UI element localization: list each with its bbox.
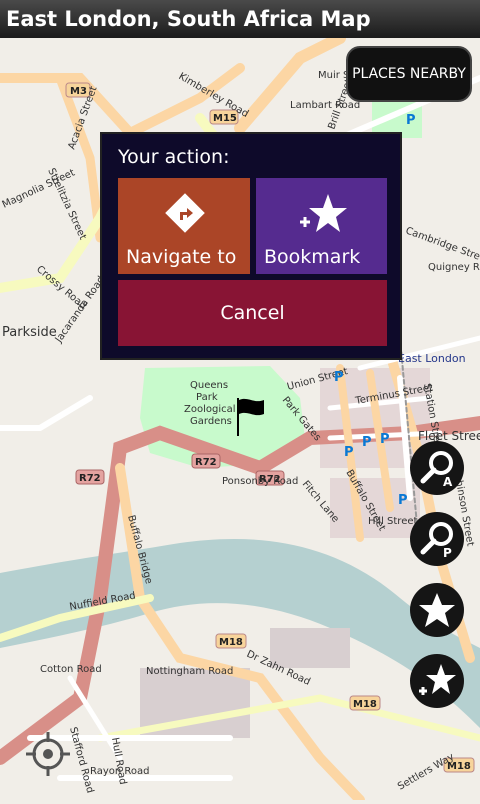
places-nearby-button[interactable]: PLACES NEARBY: [346, 46, 472, 102]
search-badge-p: P: [443, 546, 452, 559]
industrial-area: [270, 628, 350, 668]
street-label: Quigney Road: [428, 262, 480, 273]
parking-icon: P: [334, 370, 344, 385]
my-location-icon[interactable]: [24, 730, 72, 778]
street-label: Rayon Road: [90, 766, 150, 777]
bookmarks-button[interactable]: [410, 583, 464, 637]
app-title-bar: East London, South Africa Map: [0, 0, 480, 38]
search-places-button[interactable]: P: [410, 512, 464, 566]
search-icon: A: [420, 451, 453, 488]
street-label: Ponsonby Road: [222, 476, 298, 487]
street-label: Fleet Street: [418, 429, 480, 443]
street-label: Lambart Road: [290, 100, 360, 111]
star-plus-icon: [300, 194, 347, 232]
park-label-line: Park: [196, 392, 218, 403]
park-label-line: Gardens: [190, 416, 232, 427]
park-label-line: Queens: [190, 380, 228, 391]
navigate-icon: [165, 193, 205, 233]
road-badge: M18: [219, 637, 243, 648]
action-dialog: Your action: Navigate to Bookmark Cancel: [100, 132, 402, 360]
road-badge: R72: [79, 473, 101, 484]
road-badge: R72: [195, 457, 217, 468]
navigate-to-button[interactable]: Navigate to: [118, 178, 250, 274]
search-address-button[interactable]: A: [410, 441, 464, 495]
street-label: Cotton Road: [40, 664, 102, 675]
search-icon: P: [420, 522, 453, 559]
places-nearby-label: PLACES NEARBY: [352, 66, 466, 82]
star-plus-icon: [419, 664, 456, 695]
parking-icon: P: [344, 445, 354, 460]
search-badge-a: A: [443, 475, 453, 488]
parking-icon: P: [362, 435, 372, 450]
street-label: Nottingham Road: [146, 666, 233, 677]
cancel-label: Cancel: [220, 302, 285, 324]
dialog-title: Your action:: [118, 146, 230, 168]
street-label: Hill Street: [368, 516, 417, 527]
app-title: East London, South Africa Map: [6, 7, 371, 31]
star-icon: [419, 593, 455, 627]
add-bookmark-button[interactable]: [410, 654, 464, 708]
place-label-east-london: East London: [398, 352, 466, 365]
place-label-parkside: Parkside: [2, 325, 57, 340]
bookmark-button[interactable]: Bookmark: [256, 178, 387, 274]
navigate-to-label: Navigate to: [126, 246, 237, 268]
parking-icon: P: [406, 113, 416, 128]
parking-icon: P: [398, 493, 408, 508]
parking-icon: P: [380, 432, 390, 447]
park-label-line: Zoological: [184, 404, 236, 415]
bookmark-label: Bookmark: [264, 246, 361, 268]
cancel-button[interactable]: Cancel: [118, 280, 387, 346]
road-badge: M15: [213, 113, 237, 124]
road-badge: M18: [353, 699, 377, 710]
